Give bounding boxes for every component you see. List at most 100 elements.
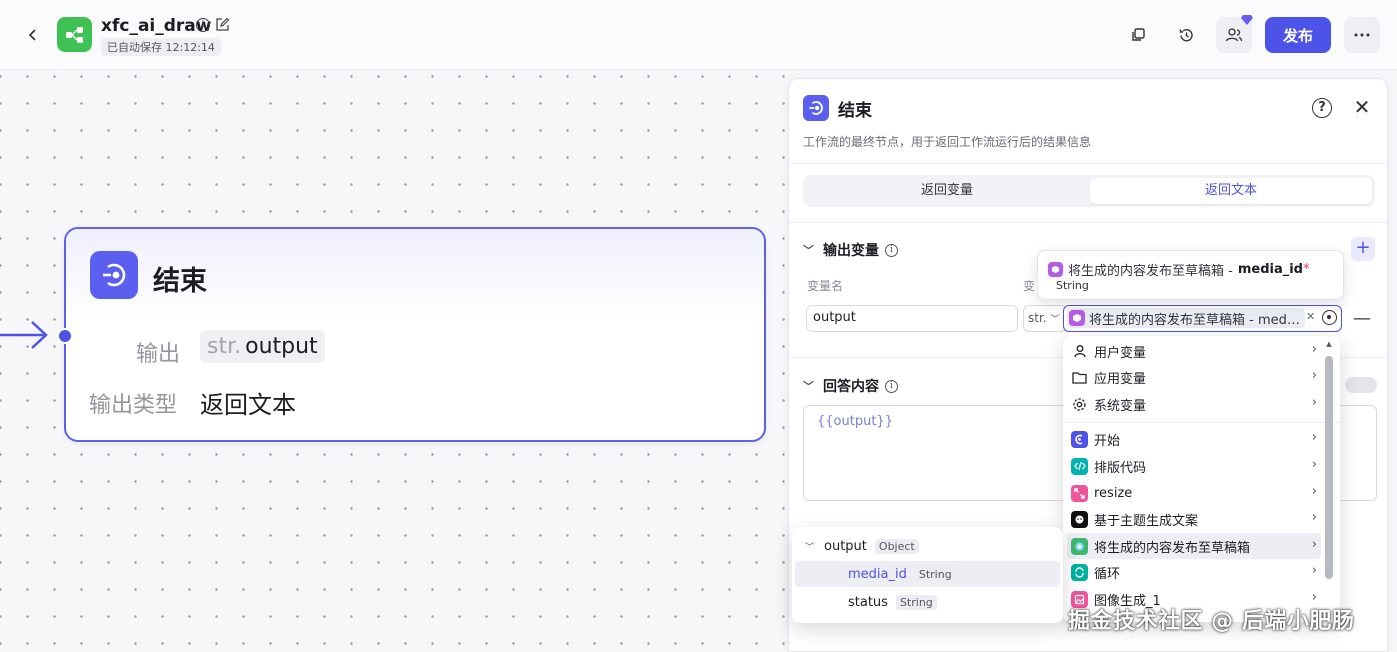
menu-item-code-node[interactable]: 排版代码 › (1067, 453, 1321, 479)
reference-value: 将生成的内容发布至草稿箱 - med… (1089, 312, 1300, 328)
reference-tooltip: 将生成的内容发布至草稿箱 - media_id * String (1037, 250, 1344, 300)
menu-item-user-variables[interactable]: 用户变量 › (1067, 338, 1321, 364)
menu-item-label: 基于主题生成文案 (1094, 513, 1199, 529)
folder-icon (1071, 369, 1088, 386)
menu-item-plugin-node[interactable]: 将生成的内容发布至草稿箱 › (1067, 533, 1321, 559)
chevron-right-icon: › (1311, 510, 1317, 525)
menu-item-label: 应用变量 (1094, 371, 1147, 387)
plugin-node-icon (1071, 537, 1088, 555)
edit-icon[interactable] (215, 17, 230, 32)
variable-picker-icon[interactable] (1322, 310, 1337, 325)
menu-item-label: 用户变量 (1094, 345, 1147, 361)
return-mode-switch: 返回变量 返回文本 (803, 175, 1375, 207)
menu-item-system-variables[interactable]: 系统变量 › (1067, 391, 1321, 417)
node-output-kind-value: 返回文本 (200, 391, 296, 419)
submenu-item-status[interactable]: status String (795, 589, 1060, 615)
info-icon[interactable]: i (885, 379, 898, 393)
chevron-right-icon: › (1311, 484, 1317, 499)
end-node-icon (803, 95, 829, 121)
chevron-right-icon: › (1311, 537, 1317, 552)
info-icon[interactable]: i (885, 243, 898, 257)
node-input-port[interactable] (57, 328, 73, 344)
remove-variable-icon[interactable]: — (1353, 308, 1371, 329)
history-icon[interactable] (1168, 17, 1204, 53)
menu-item-resize-node[interactable]: resize › (1067, 480, 1321, 506)
app-title: xfc_ai_draw (101, 16, 212, 36)
scroll-up-icon[interactable]: ▲ (1325, 340, 1333, 348)
stream-output-toggle[interactable] (1345, 377, 1377, 393)
help-icon[interactable]: ? (1312, 98, 1332, 118)
variable-picker-menu: 用户变量 › 应用变量 › 系统变量 › 开始 › 排版代码 › resize … (1063, 336, 1340, 622)
tooltip-field: media_id (1237, 262, 1303, 277)
chevron-right-icon: › (1311, 342, 1317, 357)
chevron-down-icon: ﹀ (803, 380, 814, 393)
menu-item-llm-node[interactable]: 基于主题生成文案 › (1067, 506, 1321, 532)
chevron-right-icon: › (1311, 563, 1317, 578)
var-type-value: str. (1028, 311, 1047, 325)
submenu-item-output[interactable]: ﹀ output Object (795, 533, 1060, 559)
start-node-icon (1071, 430, 1088, 448)
column-var-name: 变量名 (807, 279, 844, 293)
app-logo-icon (57, 17, 92, 52)
close-icon[interactable]: ✕ (1351, 96, 1373, 118)
add-variable-button[interactable]: + (1351, 237, 1375, 261)
end-node-icon (90, 251, 138, 299)
panel-title: 结束 (838, 101, 872, 121)
autosave-status: 已自动保存 12:12:14 (101, 38, 221, 56)
chevron-down-icon: ﹀ (803, 244, 814, 257)
answer-content-header[interactable]: ﹀ 回答内容 i (803, 376, 898, 396)
type-tag: String (914, 566, 956, 582)
resize-node-icon (1071, 484, 1088, 502)
chevron-down-icon: ﹀ (805, 542, 815, 553)
incoming-edge-arrow (0, 318, 50, 352)
var-reference-input[interactable]: 将生成的内容发布至草稿箱 - med… ✕ (1063, 305, 1342, 332)
tab-return-text[interactable]: 返回文本 (1090, 178, 1372, 204)
output-variables-header[interactable]: ﹀ 输出变量 i (803, 240, 898, 260)
menu-item-start-node[interactable]: 开始 › (1067, 426, 1321, 452)
menu-item-label: 开始 (1094, 433, 1121, 449)
end-node-title: 结束 (153, 266, 207, 297)
answer-content-title: 回答内容 (823, 379, 879, 395)
menu-item-label: resize (1094, 485, 1133, 501)
node-output-chip: str. output (200, 330, 325, 363)
menu-item-label: 系统变量 (1094, 398, 1147, 414)
menu-item-label: 循环 (1094, 566, 1121, 582)
menu-scrollbar[interactable] (1325, 356, 1333, 579)
clear-reference-icon[interactable]: ✕ (1306, 310, 1315, 323)
submenu-item-label: media_id (848, 566, 907, 582)
llm-node-icon (1071, 510, 1088, 528)
divider (789, 163, 1387, 164)
type-tag: String (895, 594, 937, 610)
var-type-select[interactable]: str. ﹀ (1023, 305, 1067, 332)
user-icon (1071, 343, 1088, 360)
output-variables-title: 输出变量 (823, 243, 879, 259)
info-icon[interactable]: i (196, 18, 210, 32)
node-output-var: output (245, 334, 318, 359)
menu-item-label: 将生成的内容发布至草稿箱 (1094, 540, 1251, 556)
tooltip-required-mark: * (1303, 262, 1310, 277)
back-chevron-icon[interactable] (22, 24, 44, 46)
plugin-node-icon (1048, 262, 1063, 277)
menu-item-label: 排版代码 (1094, 460, 1147, 476)
menu-item-app-variables[interactable]: 应用变量 › (1067, 364, 1321, 390)
node-output-kind-label: 输出类型 (89, 393, 178, 418)
type-tag: Object (874, 538, 919, 554)
chevron-down-icon: ﹀ (1050, 315, 1060, 325)
end-node[interactable]: 结束 输出 str. output 输出类型 返回文本 (64, 227, 766, 442)
menu-item-loop-node[interactable]: 循环 › (1067, 559, 1321, 585)
tooltip-title: 将生成的内容发布至草稿箱 - media_id * (1048, 260, 1310, 279)
more-icon[interactable] (1344, 17, 1380, 53)
chevron-right-icon: › (1311, 430, 1317, 445)
copy-icon[interactable] (1120, 17, 1156, 53)
chevron-right-icon: › (1311, 457, 1317, 472)
panel-description: 工作流的最终节点，用于返回工作流运行后的结果信息 (803, 135, 1092, 149)
tab-return-variable[interactable]: 返回变量 (806, 178, 1088, 204)
tooltip-type: String (1056, 279, 1089, 292)
submenu-item-media-id[interactable]: media_id String (795, 561, 1060, 587)
divider (1063, 422, 1340, 423)
divider (789, 222, 1387, 223)
publish-button[interactable]: 发布 (1265, 17, 1331, 53)
tooltip-path: 将生成的内容发布至草稿箱 - (1068, 264, 1233, 279)
var-name-input[interactable]: output (806, 305, 1018, 332)
node-output-label: 输出 (136, 342, 181, 367)
